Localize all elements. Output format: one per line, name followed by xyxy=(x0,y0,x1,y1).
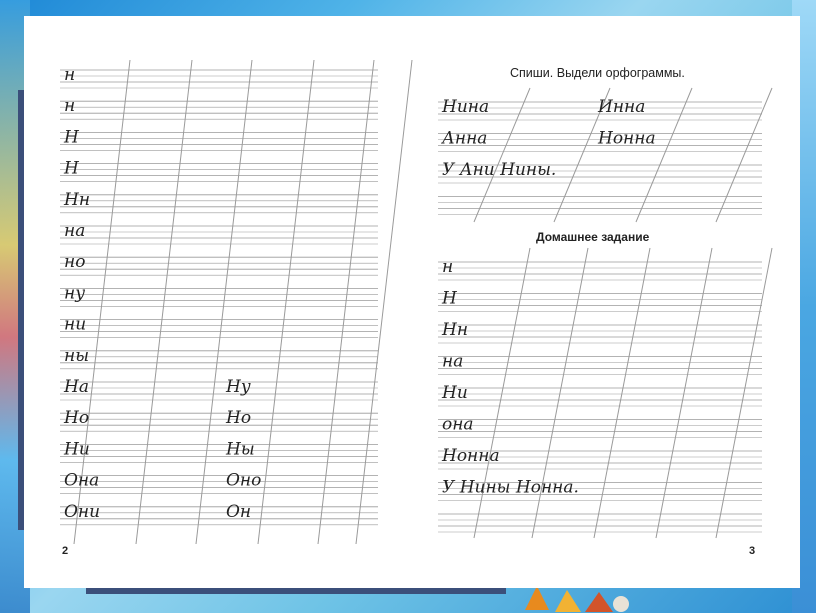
left-copy-text: Н xyxy=(63,159,80,179)
left-copy-text: Ни xyxy=(63,439,90,459)
task2-copy-text: У Нины Нонна. xyxy=(442,478,579,498)
left-copy-text: На xyxy=(63,377,89,397)
task1-copy-text: Нина xyxy=(441,97,489,117)
left-copy-text: Н xyxy=(63,127,80,147)
ruled-lines-layer: ннНННннанонуниныНа НуНо НоНи НыОна ОноОни ОнН… xyxy=(60,59,773,545)
left-copy-text: но xyxy=(64,252,85,272)
left-copy-text: Но xyxy=(63,408,89,428)
page-number-right: 3 xyxy=(749,545,756,557)
left-copy-text: Они xyxy=(64,502,100,522)
task2-copy-text: она xyxy=(442,415,474,435)
task2-copy-text: Ни xyxy=(441,383,468,403)
left-copy-text: Она xyxy=(64,471,99,491)
left-copy-text: ни xyxy=(64,315,86,335)
left-copy-text: Но xyxy=(225,408,251,428)
left-copy-text: Ну xyxy=(225,377,251,397)
left-copy-text: н xyxy=(64,65,75,85)
left-copy-text: н xyxy=(64,96,75,116)
left-copy-text: ны xyxy=(64,346,89,366)
left-copy-text: Он xyxy=(226,502,251,522)
left-copy-text: Оно xyxy=(226,471,261,491)
task1-copy-text: Нонна xyxy=(597,129,656,149)
left-copy-text: Нн xyxy=(63,190,90,210)
workbook-spread: н н Н Н Нн на но ну ни ны На Ну Но Но Ни Ны Она Оно Они Он Н… xyxy=(24,16,800,588)
homework-heading: Домашнее задание xyxy=(536,230,650,244)
left-copy-text: Ны xyxy=(225,439,255,459)
page-number-left: 2 xyxy=(62,545,69,557)
left-copy-text: ну xyxy=(64,283,85,303)
task2-copy-text: Нонна xyxy=(441,446,500,466)
task1-copy-text: Инна xyxy=(597,97,645,117)
task2-copy-text: н xyxy=(442,257,453,277)
task2-copy-text: Н xyxy=(441,289,458,309)
task1-instruction: Спиши. Выдели орфограммы. xyxy=(510,66,685,80)
task2-copy-text: на xyxy=(442,352,463,372)
task1-copy-text: У Ани Нины. xyxy=(442,160,556,180)
task1-copy-text: Анна xyxy=(441,129,487,149)
left-copy-text: на xyxy=(64,221,85,241)
task2-copy-text: Нн xyxy=(441,320,468,340)
